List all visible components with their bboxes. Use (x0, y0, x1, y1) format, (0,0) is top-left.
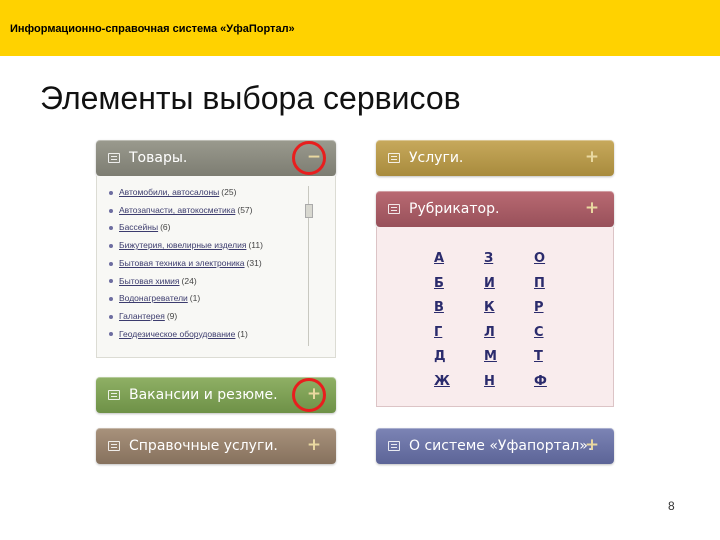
slide-title: Элементы выбора сервисов (40, 80, 461, 116)
category-count: (11) (248, 240, 263, 251)
category-count: (1) (189, 293, 201, 304)
expand-icon[interactable]: + (584, 200, 600, 217)
category-link[interactable]: Бытовая техника и электроника (119, 255, 245, 273)
list-item[interactable]: Бытовая техника и электроника (31) (109, 255, 263, 273)
goods-panel-body: Автомобили, автосалоны (25) Автозапчасти, … (96, 176, 336, 358)
letter-link[interactable]: Б (434, 272, 450, 297)
list-icon (108, 153, 120, 163)
letter-link[interactable]: Г (434, 321, 450, 346)
bullet-icon (109, 297, 113, 302)
category-link[interactable]: Бытовая химия (119, 273, 180, 291)
reference-panel-header[interactable]: Справочные услуги. + (96, 428, 336, 464)
category-count: (1) (237, 328, 248, 339)
services-panel-header[interactable]: Услуги. + (376, 140, 614, 176)
category-count: (31) (246, 257, 262, 268)
letter-link[interactable]: Р (534, 296, 547, 321)
list-item[interactable]: Водонагреватели (1) (109, 290, 263, 308)
letter-link[interactable]: О (534, 247, 547, 272)
letter-link[interactable]: А (434, 247, 450, 272)
about-panel-label: О системе «Уфапортал». (409, 438, 593, 454)
jobs-panel-header[interactable]: Вакансии и резюме. + (96, 377, 336, 413)
category-link[interactable]: Водонагреватели (119, 290, 188, 308)
letter-link[interactable]: Н (484, 370, 497, 395)
list-icon (108, 390, 120, 400)
category-count: (6) (160, 222, 171, 233)
letter-link[interactable]: Ж (434, 370, 450, 395)
bullet-icon (109, 314, 113, 319)
letter-link[interactable]: Ф (534, 370, 547, 395)
reference-panel-label: Справочные услуги. (129, 438, 278, 454)
category-link[interactable]: Бассейны (119, 219, 158, 237)
expand-icon[interactable]: + (584, 149, 600, 166)
list-icon (388, 441, 400, 451)
letter-link[interactable]: И (484, 272, 497, 297)
letter-link[interactable]: Д (434, 345, 450, 370)
rubricator-panel-label: Рубрикатор. (409, 201, 500, 217)
letter-link[interactable]: С (534, 321, 547, 346)
letter-link[interactable]: Т (534, 345, 547, 370)
list-item[interactable]: Бижутерия, ювелирные изделия (11) (109, 237, 263, 255)
letter-column-3: ОПРСТФ (534, 247, 547, 394)
letter-link[interactable]: В (434, 296, 450, 321)
about-panel-header[interactable]: О системе «Уфапортал». + (376, 428, 614, 464)
bullet-icon (109, 279, 113, 284)
category-link[interactable]: Автозапчасти, автокосметика (119, 202, 235, 220)
bullet-icon (109, 261, 113, 266)
bullet-icon (109, 226, 113, 231)
list-item[interactable]: Геодезическое оборудование (1) (109, 326, 263, 344)
expand-icon[interactable]: + (306, 437, 322, 454)
category-count: (9) (166, 310, 178, 321)
category-link[interactable]: Геодезическое оборудование (119, 326, 235, 344)
goods-panel-header[interactable]: Товары. − (96, 140, 336, 176)
highlight-circle (292, 378, 326, 412)
list-icon (388, 153, 400, 163)
goods-list: Автомобили, автосалоны (25) Автозапчасти, … (109, 184, 263, 343)
list-item[interactable]: Галантерея (9) (109, 308, 263, 326)
category-link[interactable]: Бижутерия, ювелирные изделия (119, 237, 246, 255)
page-number: 8 (668, 499, 675, 513)
list-icon (108, 441, 120, 451)
category-count: (24) (181, 275, 197, 286)
header-bar: Информационно-справочная система «УфаПор… (0, 0, 720, 56)
bullet-icon (109, 208, 113, 213)
letter-link[interactable]: З (484, 247, 497, 272)
bullet-icon (109, 190, 113, 195)
services-panel-label: Услуги. (409, 150, 464, 166)
highlight-circle (292, 141, 326, 175)
rubricator-panel-header[interactable]: Рубрикатор. + (376, 191, 614, 227)
category-link[interactable]: Автомобили, автосалоны (119, 184, 219, 202)
bullet-icon (109, 243, 113, 248)
scrollbar-thumb[interactable] (305, 204, 313, 218)
letter-column-2: ЗИКЛМН (484, 247, 497, 394)
category-link[interactable]: Галантерея (119, 308, 165, 326)
category-count: (25) (221, 187, 237, 197)
list-item[interactable]: Бытовая химия (24) (109, 273, 263, 291)
letter-column-1: АБВГДЖ (434, 247, 450, 394)
list-item[interactable]: Автомобили, автосалоны (25) (109, 184, 263, 202)
letter-link[interactable]: М (484, 345, 497, 370)
rubricator-panel-body: АБВГДЖ ЗИКЛМН ОПРСТФ (376, 227, 614, 407)
category-count: (57) (237, 204, 253, 215)
letter-link[interactable]: Л (484, 321, 497, 346)
jobs-panel-label: Вакансии и резюме. (129, 387, 278, 403)
list-item[interactable]: Бассейны (6) (109, 219, 263, 237)
letter-link[interactable]: П (534, 272, 547, 297)
goods-panel-label: Товары. (129, 150, 188, 166)
list-icon (388, 204, 400, 214)
header-title: Информационно-справочная система «УфаПор… (10, 23, 295, 35)
expand-icon[interactable]: + (584, 437, 600, 454)
list-item[interactable]: Автозапчасти, автокосметика (57) (109, 202, 263, 220)
letter-link[interactable]: К (484, 296, 497, 321)
bullet-icon (109, 332, 113, 337)
